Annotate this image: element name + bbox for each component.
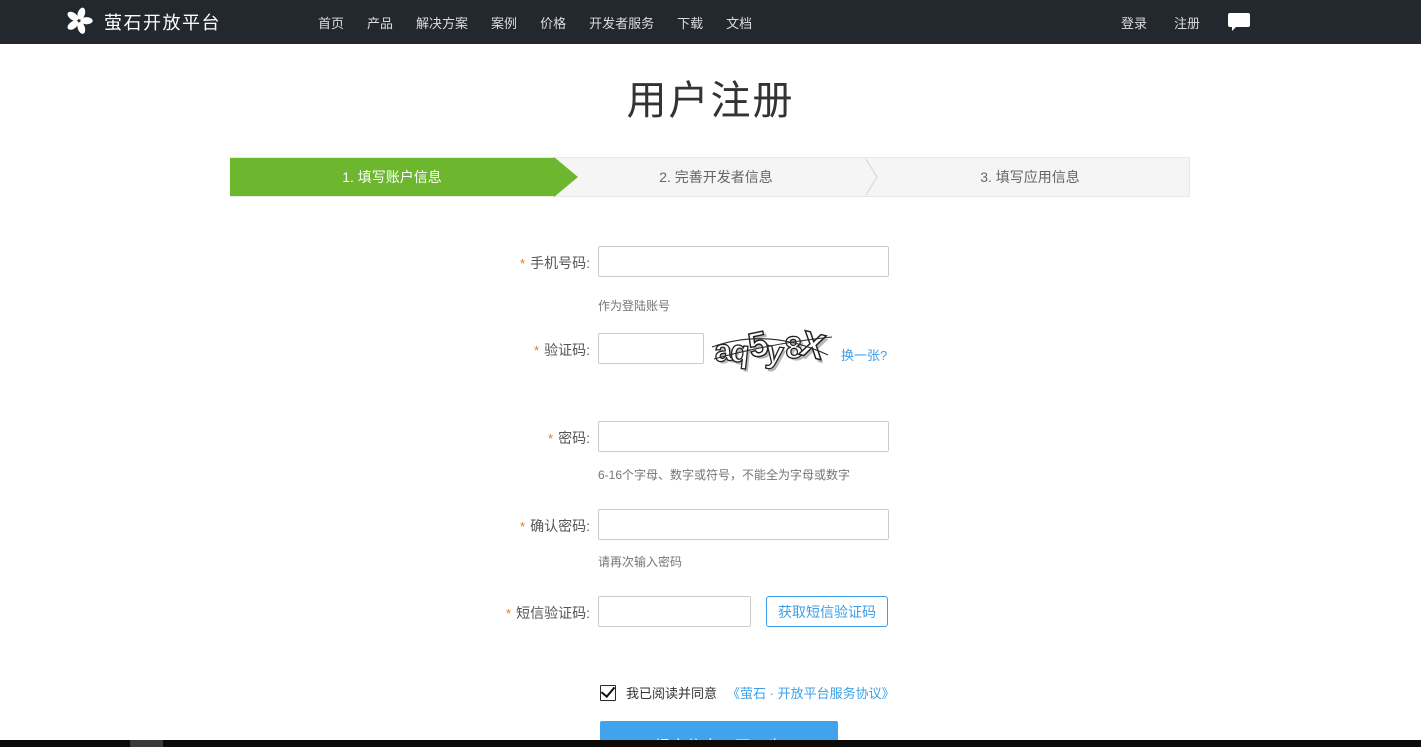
step-1-arrow xyxy=(554,157,578,197)
step-1-account-info: 1. 填写账户信息 xyxy=(230,158,554,196)
get-sms-code-button[interactable]: 获取短信验证码 xyxy=(766,596,888,627)
required-asterisk: * xyxy=(520,519,525,534)
checkmark-icon xyxy=(601,682,615,697)
nav-item-developer-services[interactable]: 开发者服务 xyxy=(589,13,654,32)
register-link[interactable]: 注册 xyxy=(1174,13,1200,32)
bottom-screen-edge xyxy=(0,740,1421,747)
brand-logo[interactable]: 萤石开放平台 xyxy=(64,0,221,44)
confirm-password-hint: 请再次输入密码 xyxy=(598,553,682,570)
login-link[interactable]: 登录 xyxy=(1121,13,1147,32)
captcha-input[interactable] xyxy=(598,333,704,364)
captcha-label: *验证码: xyxy=(370,340,590,360)
page-title: 用户注册 xyxy=(0,68,1421,126)
captcha-distortion-lines xyxy=(710,325,836,378)
agreement-checkbox[interactable] xyxy=(600,685,616,701)
required-asterisk: * xyxy=(548,431,553,446)
nav-item-docs[interactable]: 文档 xyxy=(726,13,752,32)
main-nav: 首页 产品 解决方案 案例 价格 开发者服务 下载 文档 xyxy=(318,0,752,44)
nav-item-products[interactable]: 产品 xyxy=(367,13,393,32)
password-hint: 6-16个字母、数字或符号，不能全为字母或数字 xyxy=(598,466,850,483)
confirm-password-label: *确认密码: xyxy=(370,516,590,536)
phone-hint: 作为登陆账号 xyxy=(598,297,670,314)
required-asterisk: * xyxy=(534,343,539,358)
captcha-image: aq5y8X xyxy=(710,325,836,373)
registration-page: 萤石开放平台 首页 产品 解决方案 案例 价格 开发者服务 下载 文档 登录 注… xyxy=(0,0,1421,747)
required-asterisk: * xyxy=(506,606,511,621)
confirm-password-input[interactable] xyxy=(598,509,889,540)
chat-bubble-icon[interactable] xyxy=(1227,12,1251,32)
header-actions: 登录 注册 xyxy=(1121,0,1251,44)
captcha-refresh-link[interactable]: 换一张? xyxy=(841,345,887,364)
nav-item-home[interactable]: 首页 xyxy=(318,13,344,32)
top-navbar: 萤石开放平台 首页 产品 解决方案 案例 价格 开发者服务 下载 文档 登录 注… xyxy=(0,0,1421,44)
sms-code-label: *短信验证码: xyxy=(370,603,590,623)
password-label: *密码: xyxy=(370,428,590,448)
step-progress-bar: 1. 填写账户信息 2. 完善开发者信息 3. 填写应用信息 xyxy=(230,157,1190,197)
nav-item-solutions[interactable]: 解决方案 xyxy=(416,13,468,32)
nav-item-downloads[interactable]: 下载 xyxy=(677,13,703,32)
bottom-edge-segment xyxy=(130,740,163,747)
brand-name: 萤石开放平台 xyxy=(104,9,221,35)
phone-label: *手机号码: xyxy=(370,253,590,273)
password-input[interactable] xyxy=(598,421,889,452)
sms-code-input[interactable] xyxy=(598,596,751,627)
step-2-developer-info: 2. 完善开发者信息 xyxy=(561,158,871,196)
phone-input[interactable] xyxy=(598,246,889,277)
agreement-row: 我已阅读并同意 《萤石 · 开放平台服务协议》 xyxy=(600,683,895,702)
step-3-app-info: 3. 填写应用信息 xyxy=(871,158,1189,196)
service-agreement-link[interactable]: 《萤石 · 开放平台服务协议》 xyxy=(727,683,895,702)
pinwheel-logo-icon xyxy=(64,5,94,40)
step-separator-chevron xyxy=(865,158,879,201)
nav-item-cases[interactable]: 案例 xyxy=(491,13,517,32)
nav-item-pricing[interactable]: 价格 xyxy=(540,13,566,32)
required-asterisk: * xyxy=(520,256,525,271)
agreement-text: 我已阅读并同意 xyxy=(626,683,717,702)
